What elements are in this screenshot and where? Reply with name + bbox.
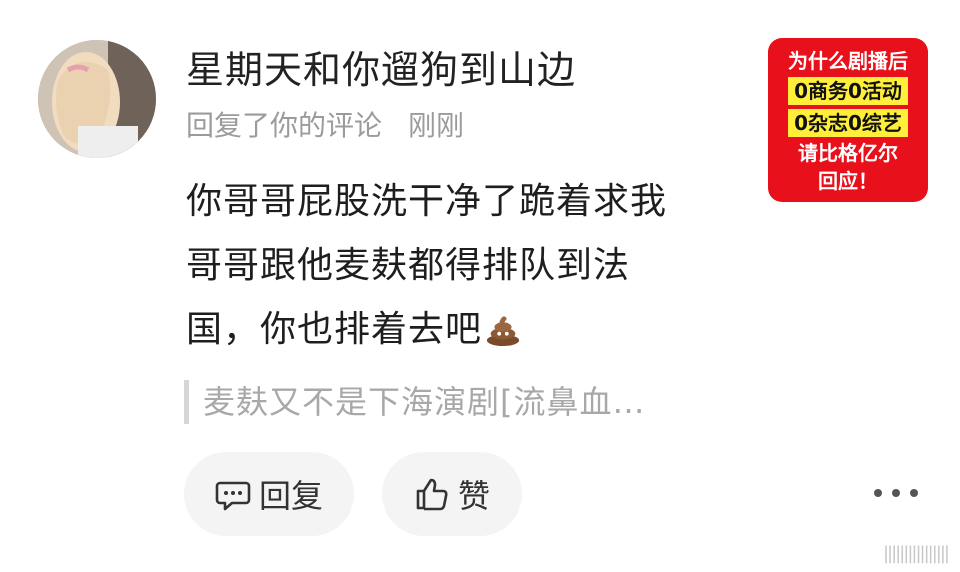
quoted-comment[interactable]: 麦麸又不是下海演剧[流鼻血… bbox=[184, 380, 646, 424]
like-label: 赞 bbox=[457, 477, 490, 515]
ad-line: 0商务0活动 bbox=[788, 77, 908, 105]
comment-line: 国，你也排着去吧 bbox=[186, 298, 726, 362]
comment-line-text: 国，你也排着去吧 bbox=[186, 309, 483, 350]
ad-line: 回应！ bbox=[818, 169, 878, 193]
ad-banner[interactable]: 为什么剧播后 0商务0活动 0杂志0综艺 请比格亿尔 回应！ bbox=[768, 38, 928, 202]
username[interactable]: 星期天和你遛狗到山边 bbox=[186, 46, 576, 94]
comment-line: 哥哥跟他麦麸都得排队到法 bbox=[186, 245, 631, 286]
dot bbox=[874, 489, 882, 497]
thumbs-up-icon bbox=[416, 478, 448, 511]
comment-body: 你哥哥屁股洗干净了跪着求我 哥哥跟他麦麸都得排队到法 国，你也排着去吧 bbox=[186, 170, 726, 362]
reply-button[interactable]: 回复 bbox=[184, 452, 354, 536]
avatar-image bbox=[38, 40, 156, 158]
poop-emoji-icon bbox=[486, 316, 520, 347]
comment-icon bbox=[215, 481, 251, 511]
reply-label: 回复 bbox=[258, 477, 323, 515]
timestamp: 刚刚 bbox=[408, 109, 465, 142]
more-options-icon[interactable] bbox=[874, 478, 918, 508]
comment-line: 你哥哥屁股洗干净了跪着求我 bbox=[186, 181, 668, 222]
comment-meta: 回复了你的评论 刚刚 bbox=[186, 106, 464, 146]
dot bbox=[910, 489, 918, 497]
dot bbox=[892, 489, 900, 497]
ad-line: 为什么剧播后 bbox=[788, 49, 908, 73]
watermark: |||||||||||||||| bbox=[882, 543, 950, 564]
ad-line: 0杂志0综艺 bbox=[788, 109, 908, 137]
action-text: 回复了你的评论 bbox=[186, 109, 383, 142]
like-button[interactable]: 赞 bbox=[382, 452, 522, 536]
ad-line: 请比格亿尔 bbox=[798, 141, 898, 165]
user-avatar[interactable] bbox=[38, 40, 156, 158]
